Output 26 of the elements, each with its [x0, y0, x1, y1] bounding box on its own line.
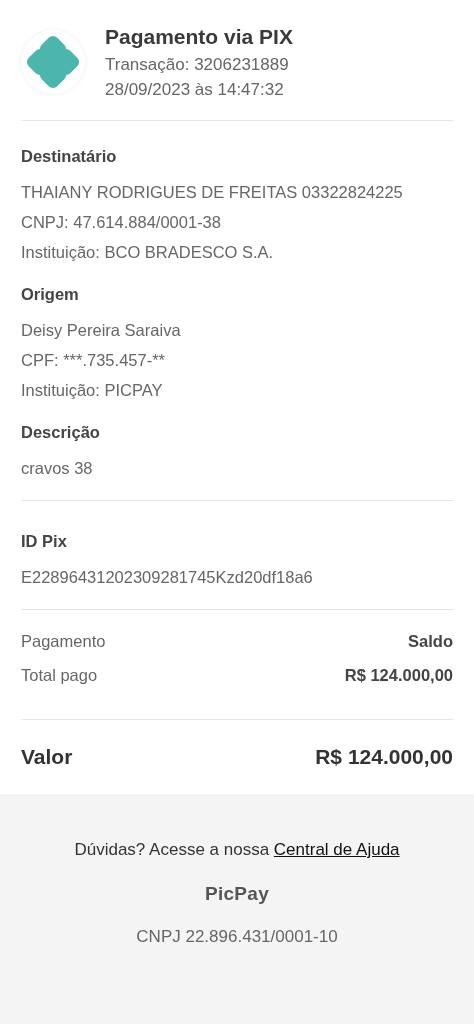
payment-value: Saldo: [408, 631, 453, 652]
payment-value: R$ 124.000,00: [344, 665, 453, 686]
section-title: ID Pix: [21, 531, 68, 552]
detail-text: cravos 38: [21, 458, 94, 479]
total-value: R$ 124.000,00: [315, 744, 453, 770]
transaction-date: 28/09/2023 às 14:47:32: [105, 79, 285, 101]
payment-label: Pagamento: [21, 631, 106, 652]
detail-text: THAIANY RODRIGUES DE FREITAS 03322824225: [21, 182, 404, 203]
detail-text: Deisy Pereira Saraiva: [21, 320, 182, 341]
brand-logo: PicPay: [204, 883, 270, 905]
total-label: Valor: [21, 744, 73, 770]
pix-logo-icon: [21, 30, 85, 94]
help-center-link[interactable]: Central de Ajuda: [273, 840, 400, 859]
detail-text: CNPJ: 47.614.884/0001-38: [21, 212, 222, 233]
pix-id-value: E22896431202309281745Kzd20df18a6: [21, 567, 314, 588]
section-title: Descrição: [21, 422, 101, 443]
section-title: Destinatário: [21, 146, 118, 167]
detail-text: CPF: ***.735.457-**: [21, 350, 166, 371]
company-id: CNPJ 22.896.431/0001-10: [136, 927, 338, 947]
detail-text: Instituição: BCO BRADESCO S.A.: [21, 242, 275, 263]
help-text: Dúvidas? Acesse a nossa Central de Ajuda: [74, 839, 400, 861]
payment-label: Total pago: [21, 665, 98, 686]
receipt-title: Pagamento via PIX: [105, 24, 293, 50]
transaction-id: Transação: 3206231889: [105, 54, 290, 76]
section-title: Origem: [21, 284, 80, 305]
detail-text: Instituição: PICPAY: [21, 380, 164, 401]
